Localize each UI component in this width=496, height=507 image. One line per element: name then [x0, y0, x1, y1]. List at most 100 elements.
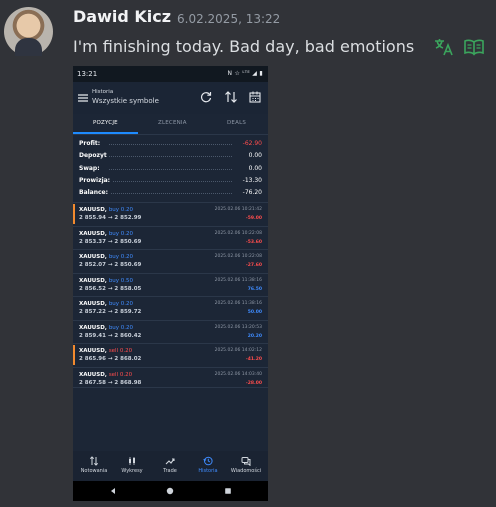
deal-prices: 2 867.58 → 2 868.98 — [79, 379, 142, 386]
deal-prices: 2 857.22 → 2 859.72 — [79, 309, 142, 315]
position-row[interactable]: XAUUSD, buy 0.20 2 852.07 → 2 850.69 202… — [73, 249, 268, 273]
history-icon — [203, 456, 213, 466]
author-avatar[interactable] — [4, 7, 53, 56]
summary-row-commission: Prowizja: -13.30 — [73, 175, 268, 187]
deal-symbol: XAUUSD, — [79, 254, 107, 260]
summary-label: Prowizja: — [79, 176, 113, 184]
translate-icon[interactable] — [433, 37, 455, 57]
position-row[interactable]: XAUUSD, buy 0.20 2 857.22 → 2 859.72 202… — [73, 296, 268, 320]
sync-icon[interactable] — [199, 90, 213, 104]
status-indicators: N ☆ ᴸᵀᴱ ◢ ▮ — [227, 70, 263, 77]
sort-icon[interactable] — [224, 90, 238, 104]
deal-side: buy 0.50 — [108, 277, 134, 284]
leader-dots — [109, 180, 232, 182]
deal-profit: -28.00 — [245, 380, 262, 386]
position-row[interactable]: XAUUSD, buy 0.20 2 853.37 → 2 850.69 202… — [73, 225, 268, 250]
deal-symbol: XAUUSD, — [79, 301, 107, 307]
deal-side: buy 0.20 — [108, 230, 134, 237]
deal-symbol: XAUUSD, — [79, 324, 107, 331]
deal-prices: 2 852.07 → 2 850.69 — [79, 262, 142, 268]
phone-screenshot[interactable]: 13:21 N ☆ ᴸᵀᴱ ◢ ▮ Historia Wszystkie sym… — [73, 66, 268, 501]
nav-trade[interactable]: Trade — [151, 456, 189, 474]
deal-datetime: 2025.02.06 11:38:16 — [214, 301, 262, 306]
deal-side: buy 0.20 — [108, 207, 134, 213]
back-icon[interactable] — [108, 486, 118, 496]
nav-label: Trade — [163, 468, 177, 474]
bottom-navigation: Notowania Wykresy Trade Historia Wiadomo… — [73, 451, 268, 481]
deal-datetime: 2025.02.06 10:22:08 — [214, 230, 262, 236]
calendar-icon[interactable] — [248, 90, 262, 104]
summary-label: Profit: — [79, 140, 103, 147]
deal-prices: 2 865.96 → 2 868.02 — [79, 356, 142, 362]
deal-symbol: XAUUSD, — [79, 348, 107, 354]
deal-profit: 50.00 — [247, 310, 262, 315]
deal-prices: 2 855.94 → 2 852.99 — [79, 215, 142, 221]
deal-profit: -59.00 — [245, 216, 262, 221]
tab-deals[interactable]: DEALS — [227, 120, 246, 126]
positions-list: XAUUSD, buy 0.20 2 855.94 → 2 852.99 202… — [73, 202, 268, 390]
deal-profit: -53.60 — [245, 239, 262, 245]
read-icon[interactable] — [463, 37, 485, 57]
deal-symbol: XAUUSD, — [79, 277, 107, 284]
trade-icon — [165, 458, 175, 465]
position-row[interactable]: XAUUSD, sell 0.20 2 865.96 → 2 868.02 20… — [73, 343, 268, 367]
summary-value: -13.30 — [240, 176, 262, 184]
tab-divider — [73, 134, 268, 135]
tab-orders[interactable]: ZLECENIA — [158, 120, 187, 126]
messages-icon — [241, 457, 251, 466]
summary-row-deposit: Depozyt 0.00 — [73, 150, 268, 162]
page-title[interactable]: Wszystkie symbole — [92, 97, 159, 105]
deal-prices: 2 853.37 → 2 850.69 — [79, 238, 142, 245]
deal-datetime: 2025.02.06 14:02:12 — [214, 348, 262, 353]
nav-quotes[interactable]: Notowania — [75, 456, 113, 474]
deal-side: sell 0.20 — [108, 371, 133, 378]
home-icon[interactable] — [165, 486, 175, 496]
deal-datetime: 2025.02.06 10:21:42 — [214, 207, 262, 212]
deal-profit: 20.20 — [247, 333, 262, 339]
summary-label: Swap: — [79, 164, 102, 172]
deal-symbol: XAUUSD, — [79, 230, 107, 237]
quotes-icon — [89, 456, 99, 466]
deal-side: sell 0.20 — [108, 348, 133, 354]
nav-label: Historia — [198, 468, 218, 474]
summary-label: Balance: — [79, 189, 111, 197]
nav-label: Notowania — [80, 468, 108, 474]
list-divider — [73, 387, 268, 388]
leader-dots — [109, 168, 232, 170]
position-row[interactable]: XAUUSD, buy 0.20 2 859.41 → 2 860.42 202… — [73, 319, 268, 344]
summary-value: 0.00 — [246, 164, 262, 172]
deal-side: buy 0.20 — [108, 254, 134, 260]
nav-messages[interactable]: Wiadomości — [227, 456, 265, 474]
menu-icon[interactable] — [77, 92, 89, 104]
message-timestamp: 6.02.2025, 13:22 — [177, 12, 281, 26]
summary-value: -62.90 — [240, 140, 262, 147]
summary-label: Depozyt — [79, 152, 109, 160]
system-navigation-bar — [73, 481, 268, 501]
leader-dots — [109, 144, 232, 145]
deal-profit: 76.50 — [247, 286, 262, 292]
summary-panel: Profit: -62.90 Depozyt 0.00 Swap: 0.00 P… — [73, 138, 268, 199]
deal-side: buy 0.20 — [108, 324, 134, 331]
summary-row-swap: Swap: 0.00 — [73, 163, 268, 175]
charts-icon — [129, 457, 135, 465]
app-bar: Historia Wszystkie symbole — [73, 82, 268, 114]
deal-prices: 2 856.52 → 2 858.05 — [79, 285, 142, 292]
nav-label: Wykresy — [121, 468, 143, 474]
deal-prices: 2 859.41 → 2 860.42 — [79, 332, 142, 339]
leader-dots — [109, 193, 232, 195]
author-name[interactable]: Dawid Kicz — [73, 7, 171, 26]
deal-datetime: 2025.02.06 13:20:53 — [214, 324, 262, 330]
leader-dots — [109, 156, 232, 158]
recent-apps-icon[interactable] — [223, 486, 233, 496]
deal-datetime: 2025.02.06 10:22:08 — [214, 254, 262, 259]
nav-label: Wiadomości — [230, 468, 262, 474]
deal-symbol: XAUUSD, — [79, 207, 107, 213]
position-row[interactable]: XAUUSD, buy 0.50 2 856.52 → 2 858.05 202… — [73, 272, 268, 297]
nav-history[interactable]: Historia — [189, 456, 227, 474]
tab-positions[interactable]: POZYCJE — [93, 120, 118, 126]
section-label: Historia — [92, 89, 114, 95]
position-row[interactable]: XAUUSD, buy 0.20 2 855.94 → 2 852.99 202… — [73, 202, 268, 226]
summary-row-profit: Profit: -62.90 — [73, 138, 268, 150]
nav-charts[interactable]: Wykresy — [113, 456, 151, 474]
summary-value: -76.20 — [240, 189, 262, 197]
